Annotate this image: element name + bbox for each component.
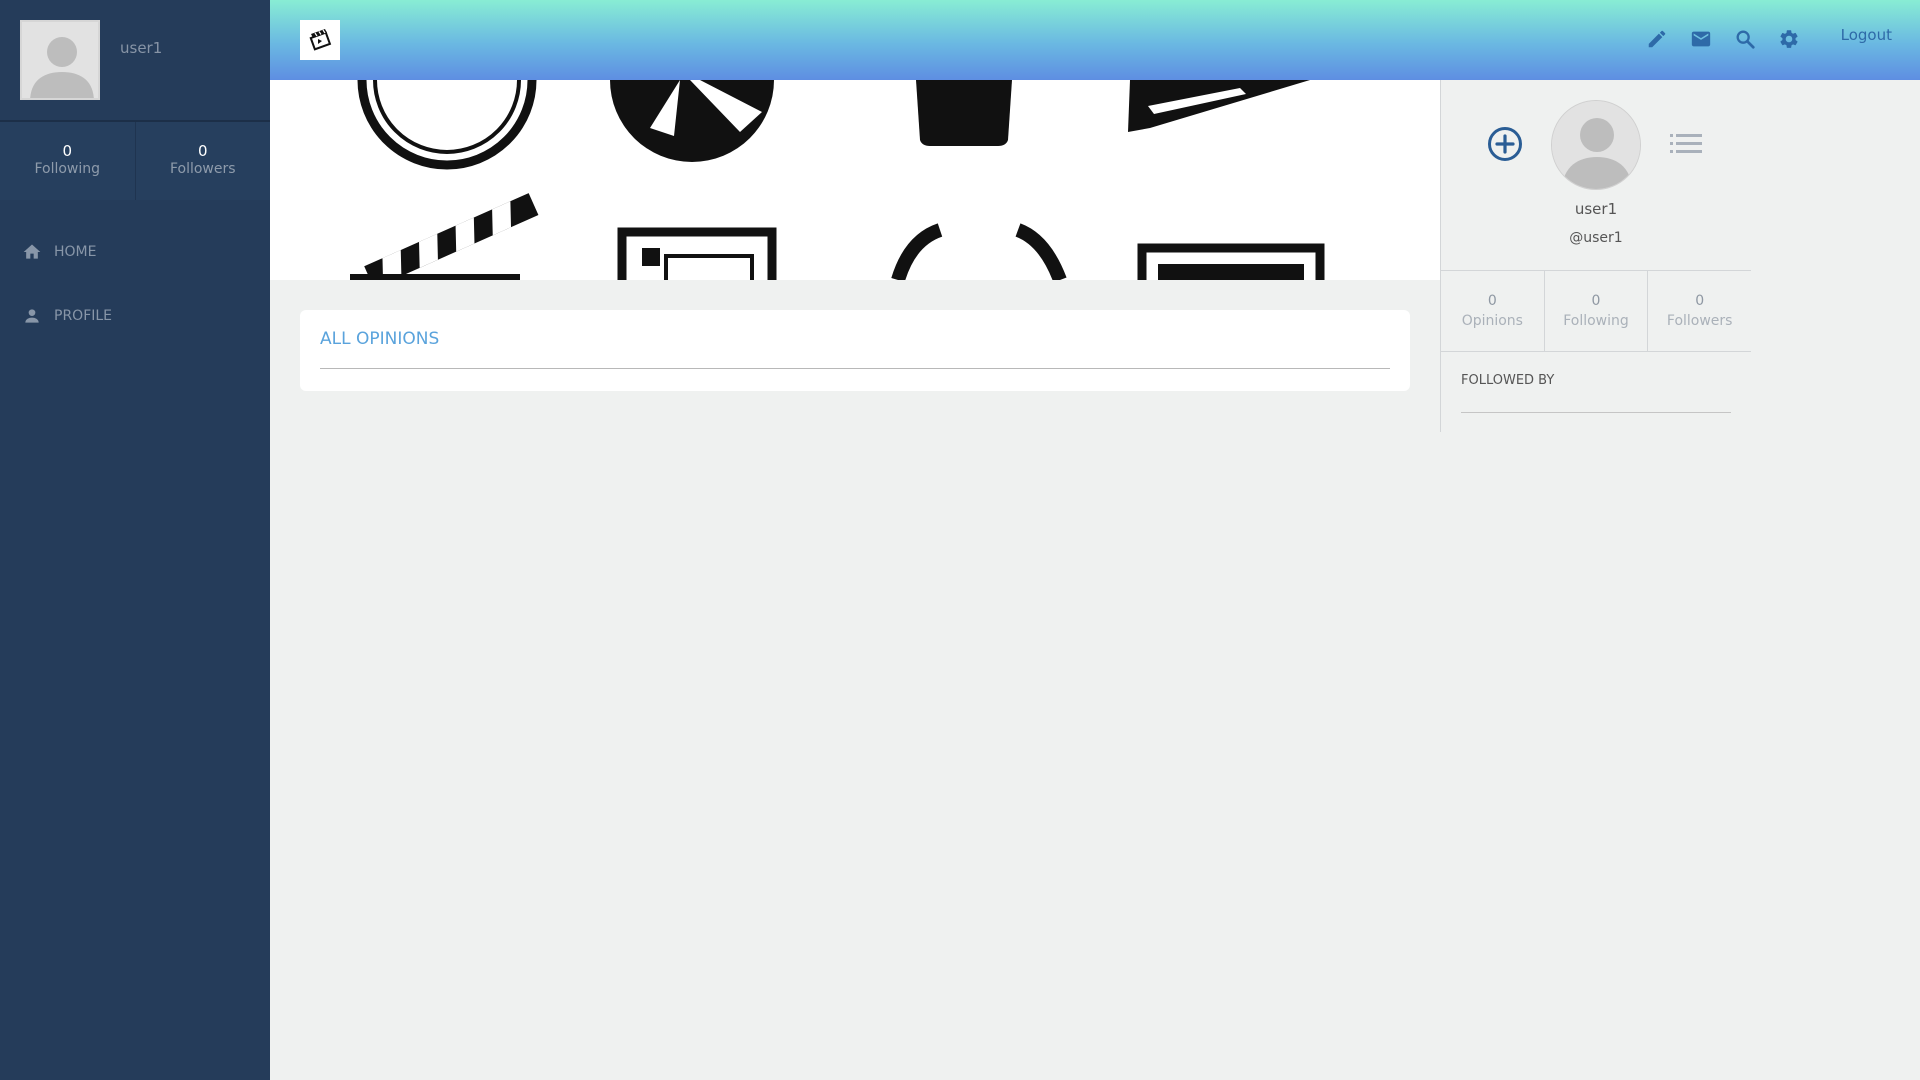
person-icon — [22, 306, 42, 326]
divider — [320, 368, 1390, 369]
sidebar-item-home[interactable]: HOME — [0, 220, 270, 284]
profile-stat-following[interactable]: 0 Following — [1545, 271, 1649, 351]
sidebar-stat-followers[interactable]: 0 Followers — [136, 122, 271, 200]
sidebar-item-label: HOME — [54, 244, 97, 260]
sidebar-user: user1 — [0, 0, 270, 122]
sidebar-item-profile[interactable]: PROFILE — [0, 284, 270, 348]
sidebar-stat-following[interactable]: 0 Following — [0, 122, 136, 200]
profile-panel: user1 @user1 0 Opinions 0 Following 0 Fo… — [1440, 80, 1751, 432]
followers-label: Followers — [1666, 313, 1733, 329]
profile-stats: 0 Opinions 0 Following 0 Followers — [1441, 270, 1751, 352]
app-logo[interactable] — [300, 20, 340, 60]
profile-name: user1 — [1574, 200, 1618, 218]
profile-handle: @user1 — [1569, 230, 1623, 246]
all-opinions-card: ALL OPINIONS — [300, 310, 1410, 391]
top-header: Logout — [270, 0, 1920, 80]
all-opinions-title[interactable]: ALL OPINIONS — [320, 329, 439, 349]
avatar-placeholder-icon — [22, 22, 98, 98]
sidebar-followers-count: 0 — [197, 142, 208, 160]
cinema-pattern-image — [350, 80, 1325, 280]
followed-by-title: FOLLOWED BY — [1461, 373, 1555, 388]
following-count: 0 — [1591, 293, 1601, 309]
opinions-count: 0 — [1487, 293, 1497, 309]
sidebar-followers-label: Followers — [169, 161, 236, 177]
add-circle-icon[interactable] — [1487, 126, 1523, 162]
avatar-placeholder-icon — [1552, 101, 1640, 189]
sidebar-nav: HOME PROFILE — [0, 220, 270, 348]
opinions-label: Opinions — [1461, 313, 1523, 329]
cover-banner — [270, 80, 1440, 280]
sidebar-item-label: PROFILE — [54, 308, 113, 324]
sidebar-following-count: 0 — [62, 142, 73, 160]
profile-avatar[interactable] — [1551, 100, 1641, 190]
following-label: Following — [1563, 313, 1629, 329]
gear-icon[interactable] — [1776, 26, 1802, 52]
list-icon[interactable] — [1670, 132, 1702, 156]
divider — [1461, 412, 1731, 413]
profile-stat-followers[interactable]: 0 Followers — [1648, 271, 1751, 351]
logout-link[interactable]: Logout — [1841, 26, 1892, 44]
home-icon — [22, 242, 42, 262]
sidebar-username[interactable]: user1 — [120, 39, 162, 57]
search-icon[interactable] — [1732, 26, 1758, 52]
clapperboard-logo-icon — [309, 29, 332, 51]
mail-icon[interactable] — [1688, 26, 1714, 52]
sidebar-following-label: Following — [34, 161, 101, 177]
followers-count: 0 — [1695, 293, 1705, 309]
sidebar-avatar[interactable] — [20, 20, 100, 100]
sidebar-stats: 0 Following 0 Followers — [0, 122, 270, 200]
profile-stat-opinions[interactable]: 0 Opinions — [1441, 271, 1545, 351]
pencil-icon[interactable] — [1644, 26, 1670, 52]
sidebar: user1 0 Following 0 Followers HOME PROFI… — [0, 0, 270, 1080]
